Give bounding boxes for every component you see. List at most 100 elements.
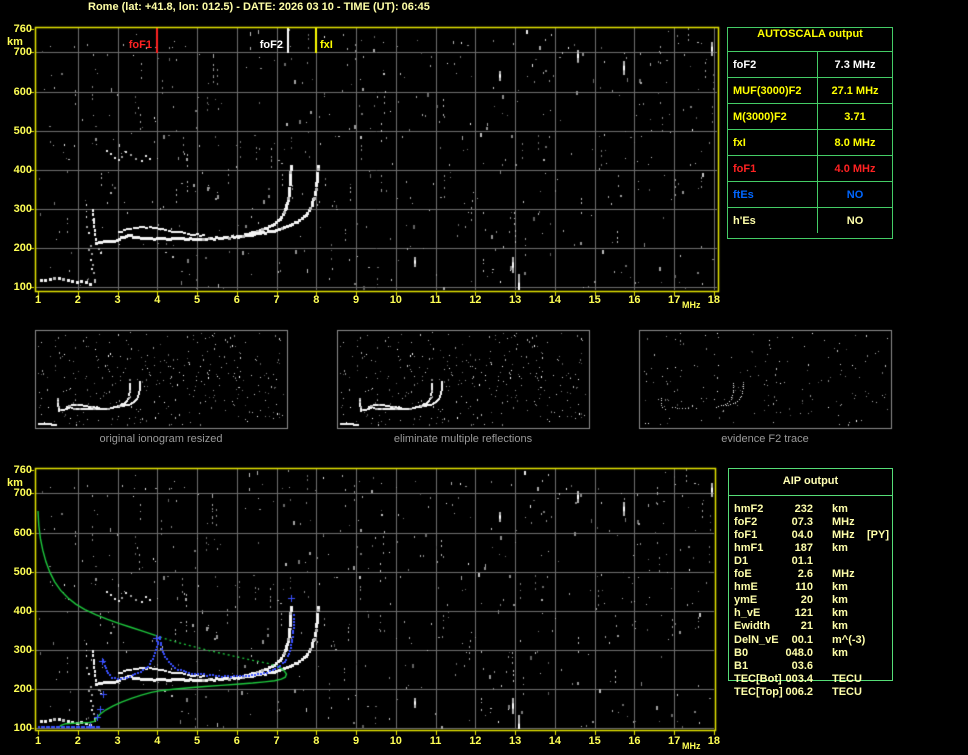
x-tick-label-top: 14: [548, 294, 561, 306]
autoscala-param-value: NO: [846, 214, 864, 227]
aip-param-value: 2.6: [797, 568, 813, 581]
y-tick-label-bottom: 200: [13, 682, 32, 695]
x-tick-label-bottom: 10: [389, 735, 402, 747]
aip-param-value: 07.3: [791, 516, 813, 529]
autoscala-row-foF1: foF1 4.0 MHz: [728, 156, 892, 182]
aip-header-divider: [729, 495, 892, 496]
x-tick-label-bottom: 5: [193, 735, 201, 747]
autoscala-screen: Rome (lat: +41.8, lon: 012.5) - DATE: 20…: [0, 0, 968, 755]
aip-table-header: AIP output: [782, 475, 839, 487]
autoscala-param-value: 8.0 MHz: [834, 136, 876, 149]
aip-param-name: hmF1: [734, 542, 764, 555]
aip-param-unit: TECU: [832, 685, 862, 698]
aip-param-value: 048.0: [785, 646, 813, 659]
y-tick-label-top: 400: [13, 163, 32, 176]
x-tick-label-top: 9: [352, 294, 360, 306]
x-tick-label-bottom: 14: [548, 735, 561, 747]
x-tick-label-top: 8: [313, 294, 320, 306]
x-tick-label-top: 16: [628, 294, 641, 306]
x-tick-label-bottom: 17: [667, 735, 681, 747]
x-tick-label-top: 12: [469, 294, 482, 306]
autoscala-param-label: foF1: [728, 156, 818, 181]
aip-param-name: foF1: [734, 529, 758, 542]
y-tick-label-top: 100: [13, 280, 32, 293]
x-tick-label-bottom: 7: [273, 735, 280, 747]
x-tick-label-top: 4: [154, 294, 161, 306]
aip-param-value: 187: [794, 542, 813, 555]
foF1-marker-label: foF1: [128, 39, 152, 51]
autoscala-param-label: MUF(3000)F2: [728, 78, 818, 103]
autoscala-param-label: M(3000)F2: [728, 104, 818, 129]
fxI-marker-label: fxI: [320, 39, 333, 51]
y-tick-label-top: 700: [13, 46, 32, 59]
autoscala-output-table: AUTOSCALA output foF2 7.3 MHz MUF(3000)F2 2…: [727, 27, 893, 239]
x-tick-label-bottom: 2: [74, 735, 81, 747]
aip-param-unit: km: [832, 607, 848, 620]
x-tick-label-bottom: 12: [469, 735, 482, 747]
x-tick-label-top: 10: [389, 294, 402, 306]
y-tick-label-bottom: 300: [13, 643, 32, 656]
aip-param-name: D1: [734, 555, 749, 568]
aip-param-value: 232: [794, 503, 813, 515]
aip-param-name: hmE: [734, 581, 758, 594]
autoscala-param-label: h'Es: [728, 208, 818, 233]
aip-param-value: 04.0: [791, 529, 813, 542]
x-tick-label-top: 1: [34, 294, 42, 306]
x-tick-label-top: 3: [114, 294, 121, 306]
aip-param-name: hmF2: [734, 503, 764, 515]
autoscala-param-value: NO: [846, 188, 864, 201]
thumbnail-caption-multiples: eliminate multiple reflections: [393, 433, 533, 445]
x-tick-label-bottom: 1: [34, 735, 42, 747]
autoscala-param-value: 27.1 MHz: [831, 84, 879, 97]
thumbnail-caption-f2trace: evidence F2 trace: [721, 433, 809, 445]
x-tick-label-top: 15: [588, 294, 601, 306]
autoscala-param-label: ftEs: [728, 182, 818, 207]
aip-param-unit: km: [832, 620, 848, 633]
y-tick-label-top: 600: [13, 85, 32, 98]
aip-param-name: foF2: [734, 516, 758, 529]
y-tick-label-top: 200: [13, 241, 32, 254]
autoscala-row-fxI: fxI 8.0 MHz: [728, 130, 892, 156]
y-tick-label-top: 300: [13, 202, 32, 215]
autoscala-param-label: foF2: [728, 52, 818, 77]
x-tick-label-bottom: 15: [588, 735, 601, 747]
x-tick-label-top: 6: [233, 294, 240, 306]
x-tick-label-top: 5: [193, 294, 201, 306]
aip-param-name: ymE: [734, 594, 758, 607]
aip-param-note: [PY]: [867, 529, 889, 542]
autoscala-param-label: fxI: [728, 130, 818, 155]
autoscala-param-value: 3.71: [844, 110, 866, 123]
aip-param-name: h_vE: [734, 607, 761, 620]
autoscala-table-header: AUTOSCALA output: [728, 28, 892, 52]
aip-param-unit: m^(-3): [832, 633, 866, 646]
foF2-marker-label: foF2: [259, 39, 283, 51]
aip-param-unit: MHz: [832, 516, 855, 529]
x-tick-label-bottom: 16: [628, 735, 641, 747]
autoscala-row-ftEs: ftEs NO: [728, 182, 892, 208]
autoscala-param-value: 4.0 MHz: [834, 162, 876, 175]
aip-param-value: 003.4: [785, 672, 813, 685]
aip-param-value: 21: [800, 620, 813, 633]
aip-param-value: 00.1: [791, 633, 813, 646]
y-tick-label-bottom: 700: [13, 487, 32, 500]
aip-param-unit: TECU: [832, 672, 862, 685]
x-tick-label-bottom: 8: [313, 735, 320, 747]
aip-param-name: B1: [734, 659, 749, 672]
y-tick-label-top: 500: [13, 124, 32, 137]
autoscala-row-M3000F2: M(3000)F2 3.71: [728, 104, 892, 130]
x-tick-label-top: 11: [429, 294, 442, 306]
aip-param-unit: km: [832, 503, 848, 515]
y-tick-label-bottom: 500: [13, 565, 32, 578]
aip-param-value: 121: [794, 607, 813, 620]
aip-param-unit: km: [832, 594, 848, 607]
aip-param-name: Ewidth: [734, 620, 771, 633]
x-tick-label-top: 7: [273, 294, 280, 306]
thumbnail-caption-original: original ionogram resized: [99, 433, 223, 445]
aip-param-value: 006.2: [785, 685, 813, 698]
x-tick-label-top: 18: [707, 294, 720, 306]
x-tick-label-bottom: 13: [508, 735, 522, 747]
aip-param-name: foE: [734, 568, 752, 581]
aip-param-value: 110: [795, 581, 813, 594]
y-tick-label-top: 760: [13, 23, 32, 35]
x-tick-label-bottom: 6: [233, 735, 240, 747]
